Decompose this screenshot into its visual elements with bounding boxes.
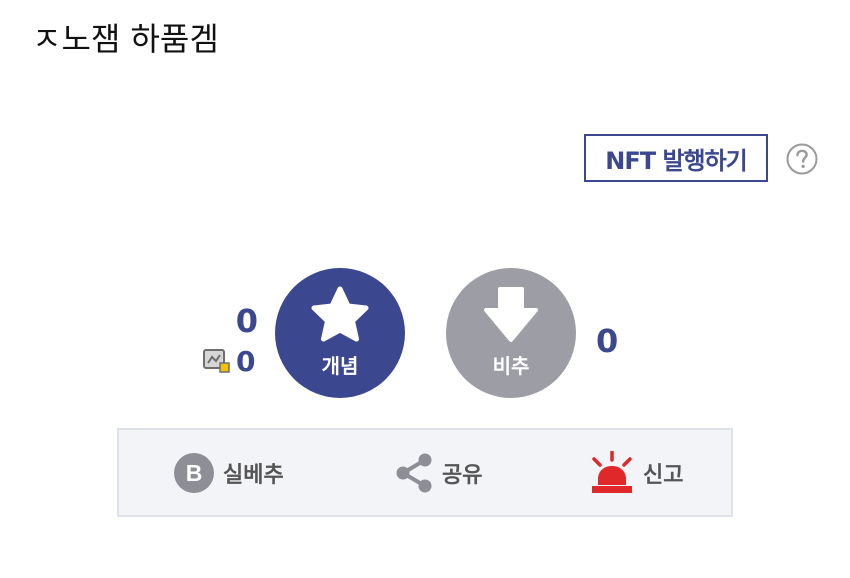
b-circle-icon: B	[174, 452, 214, 493]
post-body-text: ㅈ노잼 하품겜	[32, 20, 219, 58]
downvote-button[interactable]: 비추	[446, 268, 576, 398]
svg-text:B: B	[186, 460, 203, 486]
report-button[interactable]: 신고	[589, 430, 683, 515]
post-view: ㅈ노잼 하품겜 NFT 발행하기 0 0 개념 비추 0 B 실베추 공유 신고	[0, 0, 850, 578]
siren-icon	[592, 450, 632, 493]
downvote-count: 0	[596, 322, 619, 360]
nft-issue-button[interactable]: NFT 발행하기	[584, 134, 768, 182]
fixed-recommend-count: 0	[236, 344, 256, 378]
share-button[interactable]: 공유	[394, 430, 482, 515]
fixed-user-icon	[203, 349, 230, 373]
arrow-down-icon	[484, 287, 538, 342]
best-recommend-button[interactable]: B 실베추	[173, 430, 284, 515]
post-action-bar: B 실베추 공유 신고	[117, 428, 733, 517]
question-circle-icon[interactable]	[786, 143, 818, 175]
share-label: 공유	[442, 462, 483, 488]
recommend-label: 개념	[321, 354, 359, 378]
downvote-label: 비추	[492, 354, 530, 378]
star-icon	[311, 286, 369, 342]
recommend-button[interactable]: 개념	[275, 268, 405, 398]
best-recommend-label: 실베추	[223, 462, 284, 488]
report-label: 신고	[643, 462, 684, 488]
fixed-recommend-row: 0	[203, 344, 256, 378]
share-icon	[396, 453, 432, 492]
recommend-count: 0	[235, 302, 258, 340]
